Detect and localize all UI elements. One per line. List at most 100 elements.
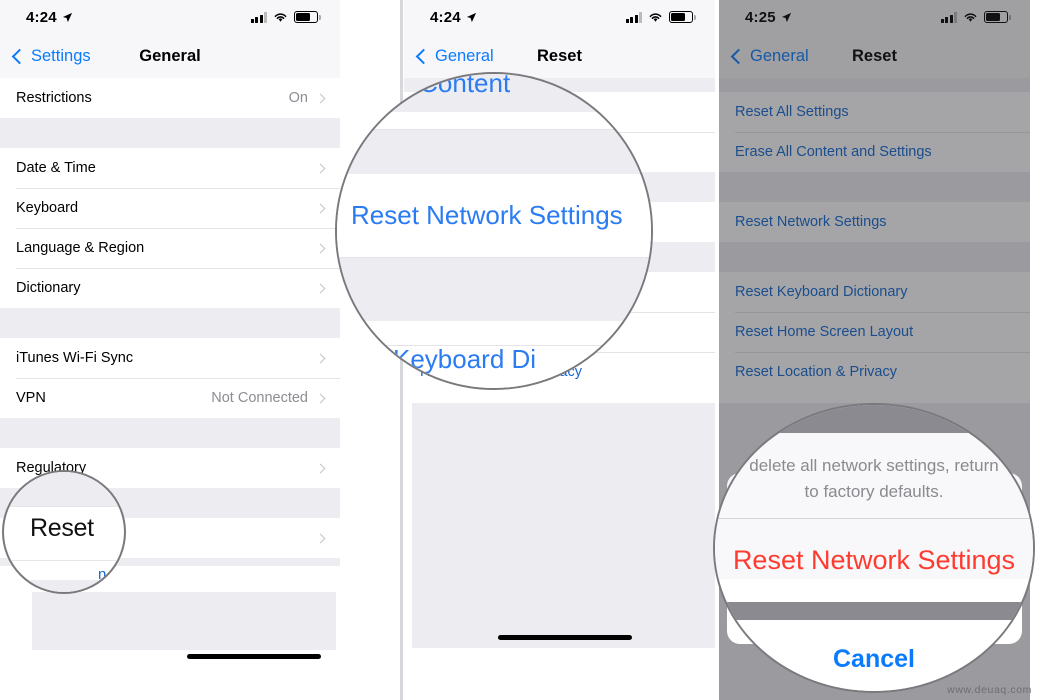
wifi-icon bbox=[964, 13, 977, 22]
list-group-1: Restrictions On bbox=[0, 78, 340, 118]
wifi-icon bbox=[274, 13, 287, 22]
table-row-reset-keyboard-dictionary[interactable]: Reset Keyboard Dictionary bbox=[719, 272, 1030, 312]
reset-list-group-1: Reset All Settings Erase All Content and… bbox=[719, 92, 1030, 172]
status-bar: 4:24 bbox=[404, 0, 715, 34]
signal-bars-icon bbox=[940, 11, 957, 23]
table-row[interactable]: Dictionary bbox=[0, 268, 340, 308]
bottom-area bbox=[32, 592, 336, 650]
row-label: VPN bbox=[16, 390, 46, 406]
chevron-right-icon bbox=[315, 353, 326, 363]
location-arrow-icon bbox=[62, 12, 72, 22]
magnified-row-bg bbox=[337, 112, 651, 129]
chevron-right-icon bbox=[315, 203, 326, 213]
chevron-right-icon bbox=[315, 283, 326, 293]
back-button-settings[interactable]: Settings bbox=[11, 46, 91, 66]
battery-icon bbox=[984, 11, 1011, 23]
chevron-left-icon bbox=[730, 48, 747, 64]
watermark: www.deuaq.com bbox=[947, 684, 1032, 696]
reset-list-group-3: Reset Keyboard Dictionary Reset Home Scr… bbox=[719, 272, 1030, 392]
table-row-reset-all-settings[interactable]: Reset All Settings bbox=[719, 92, 1030, 132]
row-value: Not Connected bbox=[211, 390, 308, 406]
magnified-dim-bg bbox=[715, 405, 1033, 433]
table-row-erase-all-content[interactable]: Erase All Content and Settings bbox=[719, 132, 1030, 172]
chevron-right-icon bbox=[315, 393, 326, 403]
phone-screen-general: 4:24 Settings General Restrictions On Da… bbox=[0, 0, 340, 700]
chevron-right-icon bbox=[315, 93, 326, 103]
table-row-reset-network-settings[interactable]: Reset Network Settings bbox=[719, 202, 1030, 242]
table-row[interactable]: VPN Not Connected bbox=[0, 378, 340, 418]
table-row[interactable]: iTunes Wi-Fi Sync bbox=[0, 338, 340, 378]
magnified-group-band bbox=[4, 580, 124, 592]
row-label: Restrictions bbox=[16, 90, 92, 106]
table-row[interactable]: Date & Time bbox=[0, 148, 340, 188]
table-row[interactable]: Language & Region bbox=[0, 228, 340, 268]
row-value: On bbox=[288, 90, 308, 106]
magnifier-reset: Reset n bbox=[2, 470, 126, 594]
table-row-reset-home-screen-layout[interactable]: Reset Home Screen Layout bbox=[719, 312, 1030, 352]
magnified-group-band bbox=[337, 258, 651, 321]
status-time: 4:25 bbox=[745, 8, 776, 26]
row-label: iTunes Wi-Fi Sync bbox=[16, 350, 134, 366]
magnified-divider bbox=[715, 518, 1033, 519]
nav-bar: General Reset bbox=[404, 34, 715, 78]
chevron-right-icon bbox=[315, 163, 326, 173]
phone1-screen: 4:24 Settings General Restrictions On Da… bbox=[0, 0, 340, 700]
chevron-left-icon bbox=[415, 48, 432, 64]
magnified-group-band bbox=[4, 472, 124, 506]
group-separator bbox=[719, 242, 1030, 272]
row-label: Erase All Content and Settings bbox=[735, 144, 932, 160]
back-button-label: General bbox=[750, 46, 809, 65]
row-accessory bbox=[315, 533, 326, 543]
location-arrow-icon bbox=[466, 12, 476, 22]
row-label: Reset Network Settings bbox=[735, 214, 887, 230]
status-bar-time-group: 4:24 bbox=[26, 9, 73, 26]
group-separator bbox=[0, 308, 340, 338]
back-button-general[interactable]: General bbox=[730, 46, 809, 66]
back-button-label: Settings bbox=[31, 46, 91, 65]
magnified-group-band bbox=[337, 130, 651, 174]
status-bar-icons bbox=[940, 11, 1011, 23]
chevron-right-icon bbox=[315, 463, 326, 473]
magnified-divider bbox=[4, 560, 124, 561]
group-separator bbox=[0, 118, 340, 148]
chevron-left-icon bbox=[11, 48, 28, 64]
row-label: Keyboard bbox=[16, 200, 79, 216]
row-accessory bbox=[315, 243, 326, 253]
magnified-message-line2: to factory defaults. bbox=[804, 482, 944, 501]
magnified-main-text: Reset Network Settings bbox=[351, 200, 623, 230]
battery-icon bbox=[669, 11, 696, 23]
nav-bar: General Reset bbox=[719, 34, 1030, 78]
row-accessory bbox=[315, 203, 326, 213]
row-accessory bbox=[315, 463, 326, 473]
row-accessory: Not Connected bbox=[211, 390, 326, 406]
list-group-3: iTunes Wi-Fi Sync VPN Not Connected bbox=[0, 338, 340, 418]
home-indicator bbox=[187, 654, 321, 659]
chevron-right-icon bbox=[315, 243, 326, 253]
status-bar-time-group: 4:24 bbox=[430, 9, 477, 26]
signal-bars-icon bbox=[250, 11, 267, 23]
magnifier-action-sheet: delete all network settings, return to f… bbox=[713, 403, 1035, 693]
reset-list-group-2: Reset Network Settings bbox=[719, 202, 1030, 242]
row-label: Date & Time bbox=[16, 160, 96, 176]
back-button-label: General bbox=[435, 46, 494, 65]
magnified-reset-label: Reset bbox=[30, 514, 94, 542]
magnified-bottom-text: Keyboard Di bbox=[393, 344, 537, 374]
row-accessory bbox=[315, 283, 326, 293]
magnified-dim-bg bbox=[715, 602, 1033, 620]
status-bar-icons bbox=[625, 11, 696, 23]
status-bar-time-group: 4:25 bbox=[745, 9, 792, 26]
magnified-message-line1: delete all network settings, return bbox=[749, 456, 999, 475]
wifi-icon bbox=[649, 13, 662, 22]
row-label: Reset Location & Privacy bbox=[735, 364, 897, 380]
group-separator bbox=[719, 172, 1030, 202]
back-button-general[interactable]: General bbox=[415, 46, 494, 66]
row-label: Language & Region bbox=[16, 240, 145, 256]
magnified-cancel-label: Cancel bbox=[833, 645, 915, 673]
list-group-2: Date & Time Keyboard Language & Region D… bbox=[0, 148, 340, 308]
status-bar-icons bbox=[250, 11, 321, 23]
table-row-reset-location-privacy[interactable]: Reset Location & Privacy bbox=[719, 352, 1030, 392]
table-row[interactable]: Restrictions On bbox=[0, 78, 340, 118]
table-row[interactable]: Keyboard bbox=[0, 188, 340, 228]
chevron-right-icon bbox=[315, 533, 326, 543]
magnified-divider bbox=[4, 506, 124, 507]
